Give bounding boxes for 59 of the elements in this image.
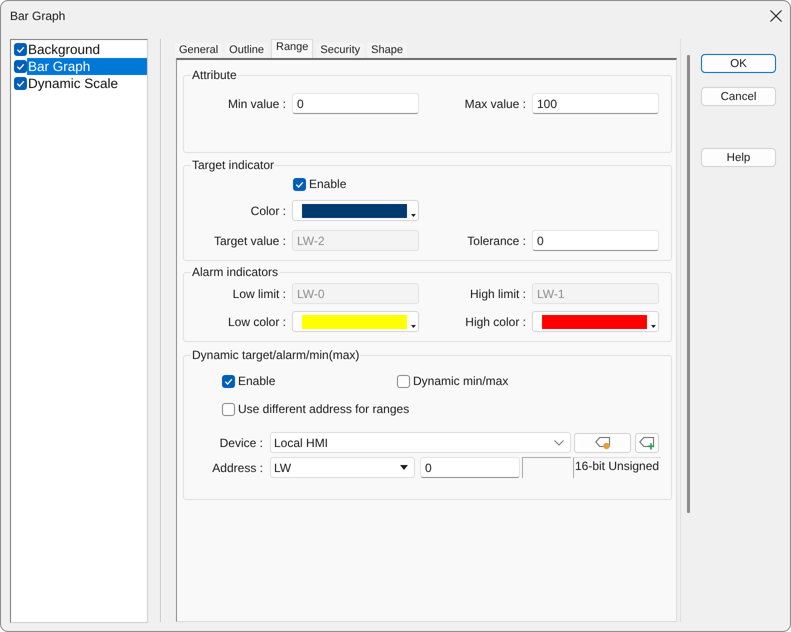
dropdown-arrow-icon	[651, 325, 656, 328]
checkbox[interactable]	[222, 402, 235, 416]
checkbox[interactable]	[14, 77, 27, 90]
add-tag-button[interactable]	[635, 432, 659, 452]
close-icon[interactable]	[770, 10, 782, 22]
field-label: Low limit :	[232, 286, 286, 300]
list-item[interactable]: Dynamic Scale	[27, 75, 147, 92]
field-label: Min value :	[228, 96, 286, 110]
field-label: Low color :	[228, 314, 286, 328]
window-title: Bar Graph	[10, 9, 66, 23]
dialog-button[interactable]: Help	[701, 148, 776, 167]
tab[interactable]: General	[175, 43, 222, 58]
checkbox[interactable]	[293, 178, 306, 190]
dropdown-arrow-icon	[411, 325, 416, 328]
group-title: Dynamic target/alarm/min(max)	[191, 348, 360, 362]
input-field[interactable]: 0	[532, 230, 659, 251]
tab[interactable]: Range	[271, 39, 314, 58]
tab[interactable]: Security	[316, 43, 364, 58]
field-label: Max value :	[464, 96, 526, 110]
tab[interactable]: Outline	[225, 43, 268, 58]
tag-plus-icon	[639, 436, 655, 450]
scrollbar-thumb[interactable]	[687, 55, 690, 513]
checkbox[interactable]	[222, 374, 235, 388]
dialog-button[interactable]: Cancel	[701, 87, 776, 106]
checkbox-label[interactable]: Use different address for ranges	[238, 402, 410, 416]
field-label: High limit :	[470, 286, 526, 300]
color-picker[interactable]	[292, 311, 419, 332]
dropdown-arrow-icon	[400, 465, 408, 470]
group-title: Attribute	[191, 68, 238, 82]
input-field[interactable]: 0	[420, 457, 520, 478]
checkbox-label[interactable]: Dynamic min/max	[413, 374, 508, 388]
group-title: Target indicator	[191, 158, 276, 172]
color-picker[interactable]	[292, 200, 419, 221]
field-label: High color :	[465, 314, 526, 328]
field-label: Color :	[250, 204, 286, 218]
list-item[interactable]: Background	[27, 41, 147, 58]
list-item[interactable]: Bar Graph	[27, 58, 147, 75]
input-field[interactable]: 100	[532, 93, 659, 114]
field-label: Device :	[220, 436, 263, 450]
field-label: Target value :	[214, 234, 286, 248]
color-picker[interactable]	[532, 311, 659, 332]
tag-button[interactable]	[574, 432, 631, 452]
tab[interactable]: Shape	[367, 43, 407, 58]
device-dropdown[interactable]: Local HMI	[270, 432, 571, 453]
checkbox-label[interactable]: Enable	[309, 177, 346, 191]
group-title: Alarm indicators	[191, 265, 280, 279]
dialog-button[interactable]: OK	[701, 54, 776, 73]
checkbox-label[interactable]: Enable	[238, 374, 276, 388]
checkbox[interactable]	[14, 43, 27, 56]
address-type-dropdown[interactable]: LW	[270, 457, 415, 478]
field-label: Tolerance :	[467, 234, 526, 248]
field-label: Address :	[212, 460, 263, 474]
blank-field	[522, 457, 571, 478]
chevron-down-icon	[554, 440, 564, 446]
dropdown-arrow-icon	[411, 214, 416, 217]
input-field[interactable]: 0	[292, 93, 419, 114]
checkbox[interactable]	[397, 374, 410, 388]
checkbox[interactable]	[14, 60, 27, 73]
data-type-label: 16-bit Unsigned	[573, 457, 662, 478]
